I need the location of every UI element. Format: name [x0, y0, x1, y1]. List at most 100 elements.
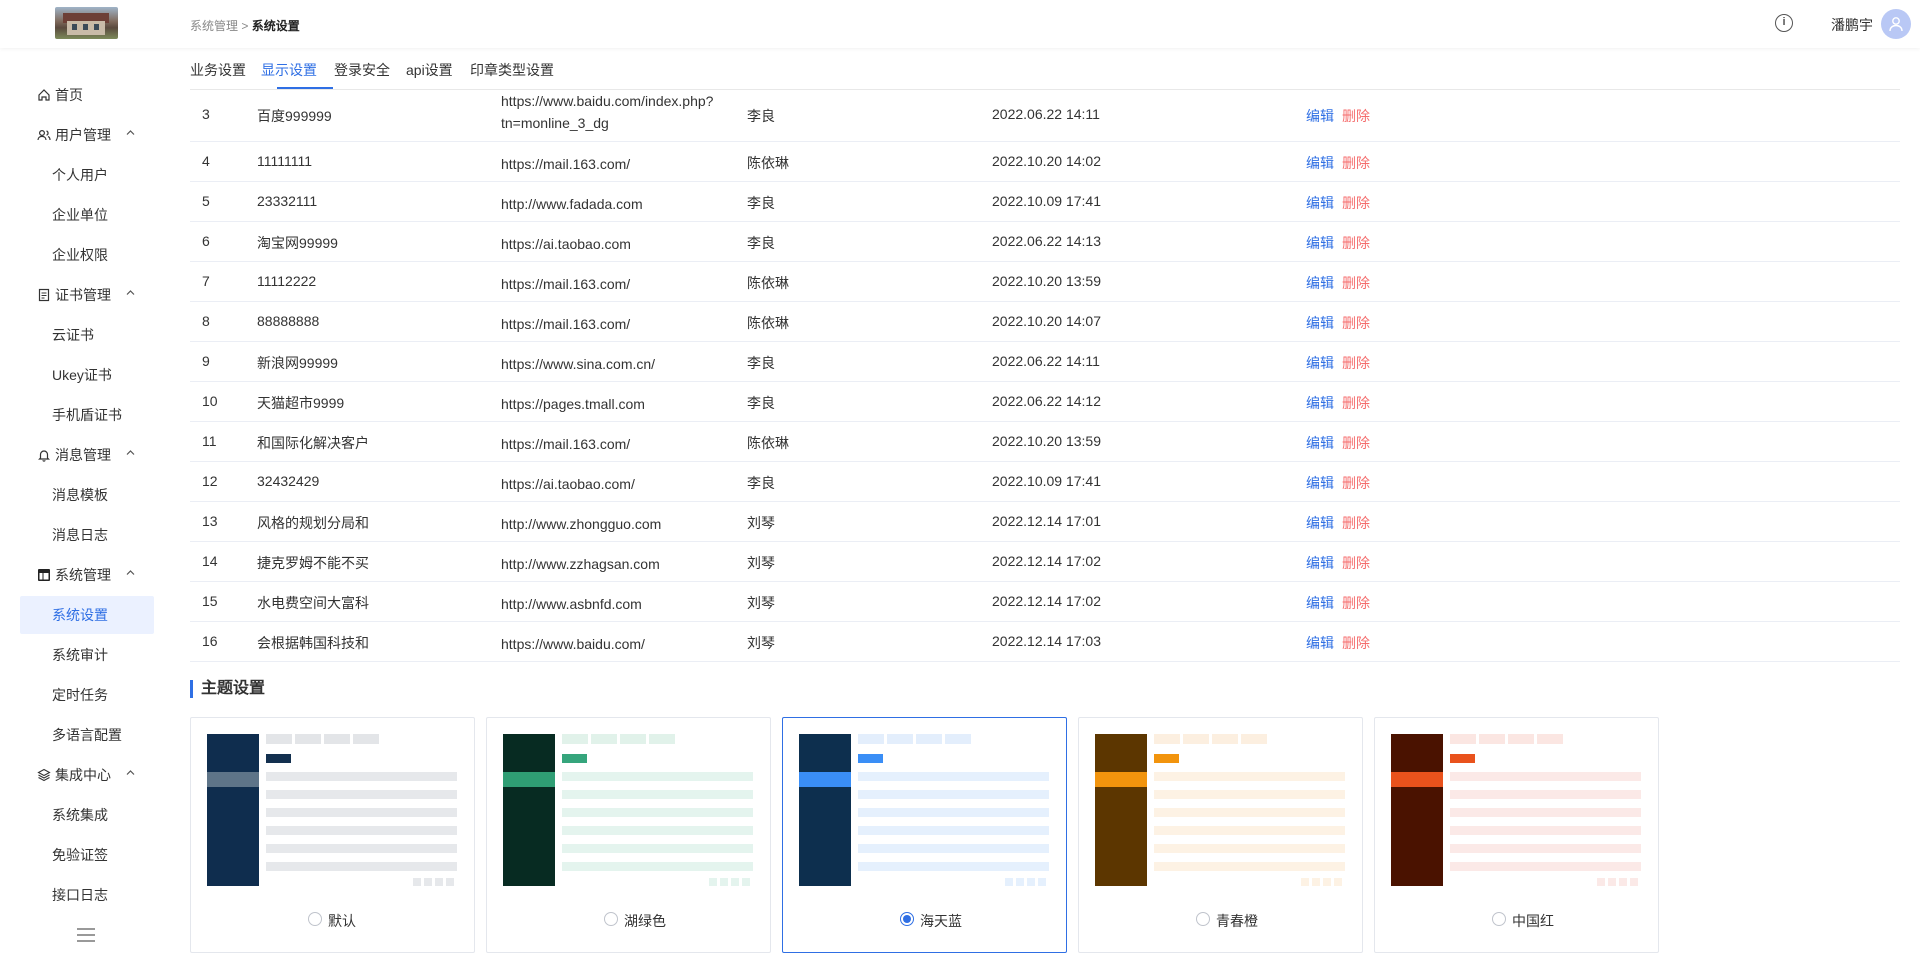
breadcrumb-parent[interactable]: 系统管理	[190, 19, 238, 33]
theme-preview-tab	[649, 734, 675, 744]
sidebar-item-15[interactable]: 定时任务	[20, 676, 154, 714]
delete-button[interactable]: 删除	[1342, 355, 1370, 371]
chevron-up-icon[interactable]	[125, 756, 136, 794]
theme-preview-dot	[1608, 878, 1616, 886]
theme-label: 默认	[328, 913, 356, 929]
main-content: 业务设置 显示设置 登录安全 api设置 印章类型设置 3 百度999999 htt…	[174, 48, 1920, 969]
sidebar-item-1[interactable]: 用户管理	[20, 116, 154, 154]
sidebar-item-8[interactable]: 手机盾证书	[20, 396, 154, 434]
delete-button[interactable]: 删除	[1342, 275, 1370, 291]
avatar[interactable]	[1881, 9, 1911, 39]
tab-display-settings[interactable]: 显示设置	[261, 60, 317, 80]
sidebar-item-12[interactable]: 系统管理	[20, 556, 154, 594]
sidebar-item-6[interactable]: 云证书	[20, 316, 154, 354]
chevron-up-icon[interactable]	[125, 116, 136, 154]
sidebar-item-11[interactable]: 消息日志	[20, 516, 154, 554]
theme-card[interactable]: 青春橙	[1078, 717, 1363, 953]
delete-button[interactable]: 删除	[1342, 435, 1370, 451]
edit-button[interactable]: 编辑	[1306, 355, 1334, 371]
table-row: 10 天猫超市9999 https://pages.tmall.com 李良 2022.…	[190, 382, 1900, 422]
sidebar-item-13[interactable]: 系统设置	[20, 596, 154, 634]
row-time: 2022.10.20 13:59	[992, 273, 1101, 289]
row-url: https://ai.taobao.com	[501, 236, 631, 252]
chevron-up-icon[interactable]	[125, 276, 136, 314]
edit-button[interactable]: 编辑	[1306, 275, 1334, 291]
edit-button[interactable]: 编辑	[1306, 235, 1334, 251]
edit-button[interactable]: 编辑	[1306, 555, 1334, 571]
sidebar-item-19[interactable]: 免验证签	[20, 836, 154, 874]
delete-button[interactable]: 删除	[1342, 315, 1370, 331]
sidebar-item-5[interactable]: 证书管理	[20, 276, 154, 314]
edit-button[interactable]: 编辑	[1306, 515, 1334, 531]
theme-radio[interactable]	[1196, 912, 1210, 926]
edit-button[interactable]: 编辑	[1306, 635, 1334, 651]
edit-button[interactable]: 编辑	[1306, 475, 1334, 491]
edit-button[interactable]: 编辑	[1306, 195, 1334, 211]
edit-button[interactable]: 编辑	[1306, 595, 1334, 611]
row-time: 2022.10.20 14:07	[992, 313, 1101, 329]
delete-button[interactable]: 删除	[1342, 635, 1370, 651]
delete-button[interactable]: 删除	[1342, 108, 1370, 124]
theme-radio[interactable]	[604, 912, 618, 926]
sidebar-item-10[interactable]: 消息模板	[20, 476, 154, 514]
theme-preview-line	[1450, 844, 1641, 853]
delete-button[interactable]: 删除	[1342, 595, 1370, 611]
edit-button[interactable]: 编辑	[1306, 435, 1334, 451]
tab-login-security[interactable]: 登录安全	[334, 60, 390, 80]
edit-button[interactable]: 编辑	[1306, 395, 1334, 411]
sidebar-item-20[interactable]: 接口日志	[20, 876, 154, 914]
row-name: 11112222	[257, 273, 317, 289]
theme-card[interactable]: 中国红	[1374, 717, 1659, 953]
theme-preview-accent	[562, 754, 587, 763]
tab-seal-type-settings[interactable]: 印章类型设置	[470, 60, 554, 80]
row-creator: 李良	[747, 355, 775, 371]
row-index: 6	[202, 233, 210, 249]
sidebar-item-0[interactable]: 首页	[20, 76, 154, 114]
delete-button[interactable]: 删除	[1342, 195, 1370, 211]
sidebar-item-9[interactable]: 消息管理	[20, 436, 154, 474]
row-creator: 陈依琳	[747, 435, 789, 451]
delete-button[interactable]: 删除	[1342, 515, 1370, 531]
delete-button[interactable]: 删除	[1342, 395, 1370, 411]
theme-radio[interactable]	[308, 912, 322, 926]
company-logo[interactable]	[55, 7, 118, 39]
sidebar-item-label: 系统管理	[55, 567, 111, 583]
sidebar-item-14[interactable]: 系统审计	[20, 636, 154, 674]
delete-button[interactable]: 删除	[1342, 235, 1370, 251]
edit-button[interactable]: 编辑	[1306, 315, 1334, 331]
delete-button[interactable]: 删除	[1342, 555, 1370, 571]
theme-radio[interactable]	[1492, 912, 1506, 926]
delete-button[interactable]: 删除	[1342, 155, 1370, 171]
sidebar-item-label: 系统集成	[52, 807, 108, 823]
row-time: 2022.06.22 14:11	[992, 353, 1100, 369]
sidebar-item-18[interactable]: 系统集成	[20, 796, 154, 834]
row-name: 和国际化解决客户	[257, 435, 369, 451]
sidebar-item-17[interactable]: 集成中心	[20, 756, 154, 794]
tab-business-settings[interactable]: 业务设置	[190, 60, 246, 80]
edit-button[interactable]: 编辑	[1306, 155, 1334, 171]
theme-preview-dot	[720, 878, 728, 886]
sidebar-item-16[interactable]: 多语言配置	[20, 716, 154, 754]
theme-preview-sidebar	[1095, 734, 1147, 886]
edit-button[interactable]: 编辑	[1306, 108, 1334, 124]
tab-api-settings[interactable]: api设置	[406, 60, 453, 80]
collapse-menu-icon[interactable]	[77, 928, 95, 942]
chevron-up-icon[interactable]	[125, 436, 136, 474]
theme-card[interactable]: 默认	[190, 717, 475, 953]
chevron-up-icon[interactable]	[125, 556, 136, 594]
theme-card[interactable]: 湖绿色	[486, 717, 771, 953]
sidebar-item-2[interactable]: 个人用户	[20, 156, 154, 194]
row-creator: 李良	[747, 235, 775, 251]
theme-radio[interactable]	[900, 912, 914, 926]
info-icon[interactable]: i	[1775, 14, 1793, 32]
sidebar-item-3[interactable]: 企业单位	[20, 196, 154, 234]
theme-card[interactable]: 海天蓝	[782, 717, 1067, 953]
username[interactable]: 潘鹏宇	[1831, 15, 1873, 35]
row-index: 3	[202, 106, 210, 122]
breadcrumb: 系统管理 > 系统设置	[190, 17, 300, 34]
table-row: 12 32432429 https://ai.taobao.com/李良 2022.1…	[190, 462, 1900, 502]
theme-preview-line	[1154, 862, 1345, 871]
sidebar-item-4[interactable]: 企业权限	[20, 236, 154, 274]
delete-button[interactable]: 删除	[1342, 475, 1370, 491]
sidebar-item-7[interactable]: Ukey证书	[20, 356, 154, 394]
